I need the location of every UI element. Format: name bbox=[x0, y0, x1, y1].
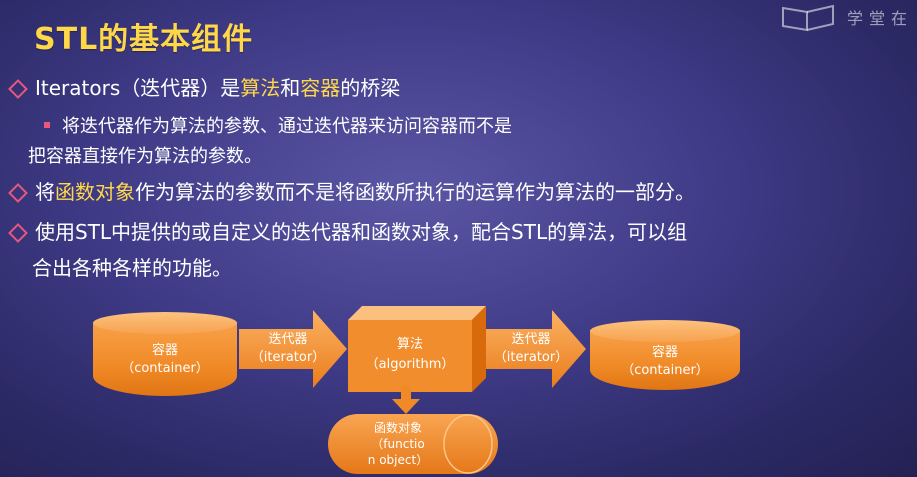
function-object-line3: n object） bbox=[367, 453, 429, 467]
book-logo-icon bbox=[782, 4, 834, 32]
function-object-line2: （functio bbox=[371, 437, 425, 451]
arrow1-sub: （iterator） bbox=[250, 350, 326, 365]
square-bullet-icon bbox=[44, 122, 50, 128]
container-right-label: 容器 bbox=[651, 345, 678, 360]
bullet2-highlight: 函数对象 bbox=[55, 180, 135, 204]
bullet3-line2: 合出各种各样的功能。 bbox=[32, 256, 232, 280]
bullet1-highlight-container: 容器 bbox=[300, 76, 341, 100]
watermark-text: 学堂在 bbox=[847, 9, 914, 28]
function-object-line1: 函数对象 bbox=[373, 421, 422, 435]
bullet1-suffix: 的桥梁 bbox=[340, 76, 401, 100]
iterator-arrow-right: 迭代器 （iterator） bbox=[486, 310, 586, 388]
iterator-arrow-left: 迭代器 （iterator） bbox=[239, 310, 347, 388]
container-right-cylinder: 容器 （container） bbox=[590, 320, 740, 390]
bullet1-mid: 和 bbox=[280, 76, 301, 100]
sub-bullet-line2: 把容器直接作为算法的参数。 bbox=[28, 146, 262, 167]
function-object-pill: 函数对象 （functio n object） bbox=[328, 414, 498, 474]
bullet1-highlight-algorithm: 算法 bbox=[240, 76, 281, 100]
bullet2-prefix: 将 bbox=[35, 180, 55, 204]
algorithm-sub: （algorithm） bbox=[365, 357, 455, 372]
arrow2-label: 迭代器 bbox=[511, 332, 551, 347]
slide-title: STL的基本组件 bbox=[34, 22, 254, 57]
diamond-bullet-icon bbox=[8, 78, 28, 99]
down-arrow-icon bbox=[392, 386, 420, 414]
sub-bullet-line1: 将迭代器作为算法的参数、通过迭代器来访问容器而不是 bbox=[42, 116, 512, 138]
container-right-sub: （container） bbox=[621, 363, 709, 378]
arrow2-sub: （iterator） bbox=[493, 350, 569, 365]
watermark: 学堂在 bbox=[777, 0, 917, 34]
container-left-cylinder: 容器 （container） bbox=[93, 312, 237, 396]
diamond-bullet-icon bbox=[8, 182, 28, 203]
bullet3-line1: 使用STL中提供的或自定义的迭代器和函数对象，配合STL的算法，可以组 bbox=[35, 220, 688, 244]
sub-bullet-text1: 将迭代器作为算法的参数、通过迭代器来访问容器而不是 bbox=[62, 116, 512, 137]
algorithm-label: 算法 bbox=[396, 337, 423, 352]
bullet1-prefix: Iterators（迭代器）是 bbox=[35, 76, 241, 100]
bullet-function-object: 将函数对象作为算法的参数而不是将函数所执行的运算作为算法的一部分。 bbox=[8, 180, 695, 204]
diamond-bullet-icon bbox=[8, 222, 28, 243]
bullet2-suffix: 作为算法的参数而不是将函数所执行的运算作为算法的一部分。 bbox=[135, 180, 695, 204]
container-left-sub: （container） bbox=[121, 361, 209, 376]
arrow1-label: 迭代器 bbox=[268, 332, 308, 347]
algorithm-box: 算法 （algorithm） bbox=[348, 306, 486, 392]
bullet-stl-usage: 使用STL中提供的或自定义的迭代器和函数对象，配合STL的算法，可以组 bbox=[8, 220, 687, 244]
bullet-iterators: Iterators（迭代器）是算法和容器的桥梁 bbox=[8, 76, 400, 100]
container-left-label: 容器 bbox=[151, 343, 178, 358]
